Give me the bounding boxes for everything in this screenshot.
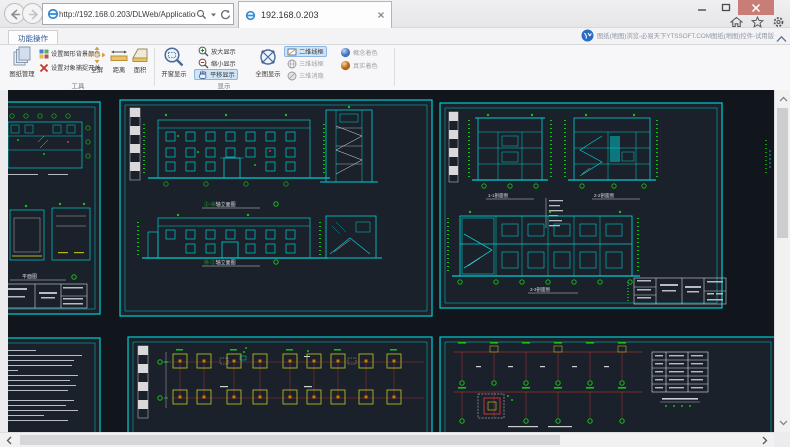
zoom-in-button[interactable]: 放大显示	[196, 46, 238, 57]
browser-window: http://192.168.0.203/DLWeb/Application/Y…	[0, 0, 790, 447]
sheet-notes	[8, 338, 100, 432]
ribbon-group-display: 开窗显示 放大显示 缩小显示 平移显示	[158, 45, 390, 90]
realistic-sphere-icon	[340, 60, 351, 71]
ie-tab-icon	[245, 10, 256, 21]
window-left-border	[0, 90, 8, 432]
visual-style-3d-hidden[interactable]: 三维消隐	[285, 70, 326, 81]
visual-style-3d-wireframe[interactable]: 三维线框	[285, 58, 326, 69]
tab-close-icon[interactable]	[377, 11, 385, 19]
cad-canvas[interactable]: 平面图	[8, 90, 774, 432]
cad-viewport: 平面图	[0, 90, 790, 447]
zoom-window-icon	[163, 46, 185, 68]
maximize-icon	[721, 3, 731, 12]
measure-distance-button[interactable]: 距离	[108, 46, 130, 74]
tab-title: 192.168.0.203	[261, 10, 372, 20]
forward-button[interactable]	[22, 3, 43, 24]
ribbon: 功能操作 图纸(地图)浏览-必易天下YTSSOFT.COM图纸(地图)控件-试用…	[0, 28, 790, 90]
pan-hand-icon	[197, 69, 208, 80]
home-icon	[730, 16, 743, 28]
chevron-right-icon	[762, 436, 768, 445]
scroll-left-button[interactable]	[2, 433, 16, 447]
chevron-up-icon	[779, 96, 788, 102]
browser-titlebar: http://192.168.0.203/DLWeb/Application/Y…	[0, 0, 790, 28]
horizontal-scroll-thumb[interactable]	[20, 435, 560, 445]
search-icon[interactable]	[196, 9, 207, 20]
section-1-label: 1-1剖面图	[488, 192, 509, 199]
visual-style-realistic[interactable]: 真实着色	[338, 60, 380, 71]
close-button[interactable]	[738, 0, 774, 15]
vertical-scroll-thumb[interactable]	[777, 108, 788, 238]
elevation-1-label: ②-⑩轴立面图	[204, 201, 236, 208]
ribbon-panel: 图纸管理 设置图形背景颜色 设置对象捕捉开关	[0, 44, 790, 90]
close-icon	[751, 3, 761, 13]
ribbon-tab-function[interactable]: 功能操作	[8, 30, 58, 45]
address-bar[interactable]: http://192.168.0.203/DLWeb/Application/Y…	[42, 3, 234, 25]
sheet-sections: 1-1剖面图 2-2剖面图	[440, 103, 726, 308]
area-shape-icon	[130, 46, 150, 64]
pan-button[interactable]: 平移显示	[194, 69, 238, 80]
maximize-button[interactable]	[714, 0, 737, 15]
zoom-out-button[interactable]: 缩小显示	[196, 58, 238, 69]
browser-tab[interactable]: 192.168.0.203	[238, 1, 392, 28]
favorites-button[interactable]	[749, 15, 765, 28]
snap-toggle-x-icon	[39, 63, 49, 73]
minimize-button[interactable]	[690, 0, 713, 15]
scroll-right-button[interactable]	[758, 433, 772, 447]
sheet-column-plan	[440, 337, 774, 432]
scroll-down-button[interactable]	[775, 416, 790, 430]
color-palette-icon	[39, 49, 49, 59]
fullscreen-arrows-icon	[88, 46, 106, 64]
scrollbar-corner	[774, 432, 790, 447]
group-label-display: 显示	[158, 80, 290, 90]
sheet-plan-details: 平面图	[8, 102, 100, 314]
dropdown-caret-icon[interactable]	[210, 11, 217, 18]
refresh-icon[interactable]	[220, 9, 231, 20]
zoom-in-icon	[198, 46, 209, 57]
section-2-label: 2-2剖面图	[594, 192, 615, 199]
wireframe-3d-icon	[287, 59, 297, 69]
scroll-up-button[interactable]	[775, 92, 790, 106]
browser-command-icons	[728, 15, 786, 28]
group-separator	[394, 48, 395, 86]
zoom-out-icon	[198, 58, 209, 69]
chevron-left-icon	[6, 436, 12, 445]
sheet-elevations: ②-⑩轴立面图	[120, 100, 432, 316]
hidden-3d-icon	[287, 71, 297, 81]
distance-ruler-icon	[109, 46, 129, 64]
visual-style-2d-wireframe[interactable]: 二维线框	[284, 46, 327, 57]
home-button[interactable]	[728, 15, 744, 28]
gear-icon	[772, 16, 785, 28]
minimize-icon	[697, 4, 707, 12]
zoom-window-button[interactable]: 开窗显示	[158, 46, 190, 78]
chevron-down-icon	[779, 420, 788, 426]
ribbon-group-tools: 图纸管理 设置图形背景颜色 设置对象捕捉开关	[4, 45, 152, 90]
brand-logo-icon	[581, 29, 594, 42]
sheet-foundation-plan	[128, 337, 432, 432]
star-icon	[751, 16, 764, 28]
settings-button[interactable]	[770, 15, 786, 28]
section-3-label: 3-3剖面图	[530, 286, 551, 293]
elevation-2-label: ⑩-②轴立面图	[204, 259, 236, 266]
drawing-manager-button[interactable]: 图纸管理	[6, 46, 38, 78]
group-label-tools: 工具	[4, 80, 152, 90]
url-text[interactable]: http://192.168.0.203/DLWeb/Application/Y…	[59, 10, 196, 19]
brand-area: 图纸(地图)浏览-必易天下YTSSOFT.COM图纸(地图)控件-试用版	[581, 29, 774, 42]
wireframe-2d-icon	[287, 47, 297, 57]
horizontal-scrollbar[interactable]	[0, 432, 774, 447]
group-separator	[154, 48, 155, 86]
ie-page-icon	[47, 8, 59, 20]
measure-area-button[interactable]: 面积	[130, 46, 150, 74]
zoom-extents-icon	[257, 46, 279, 68]
stacked-papers-icon	[11, 46, 33, 68]
plan-label: 平面图	[22, 274, 37, 280]
zoom-extents-button[interactable]: 全图显示	[252, 46, 284, 78]
brand-trial-text: 图纸(地图)浏览-必易天下YTSSOFT.COM图纸(地图)控件-试用版	[597, 31, 774, 40]
vertical-scrollbar[interactable]	[774, 90, 790, 432]
forward-arrow-icon	[25, 6, 42, 23]
fullscreen-button[interactable]: 全屏	[86, 46, 108, 74]
visual-style-conceptual[interactable]: 概念着色	[338, 47, 380, 58]
chevron-up-icon	[775, 34, 788, 44]
conceptual-sphere-icon	[340, 47, 351, 58]
